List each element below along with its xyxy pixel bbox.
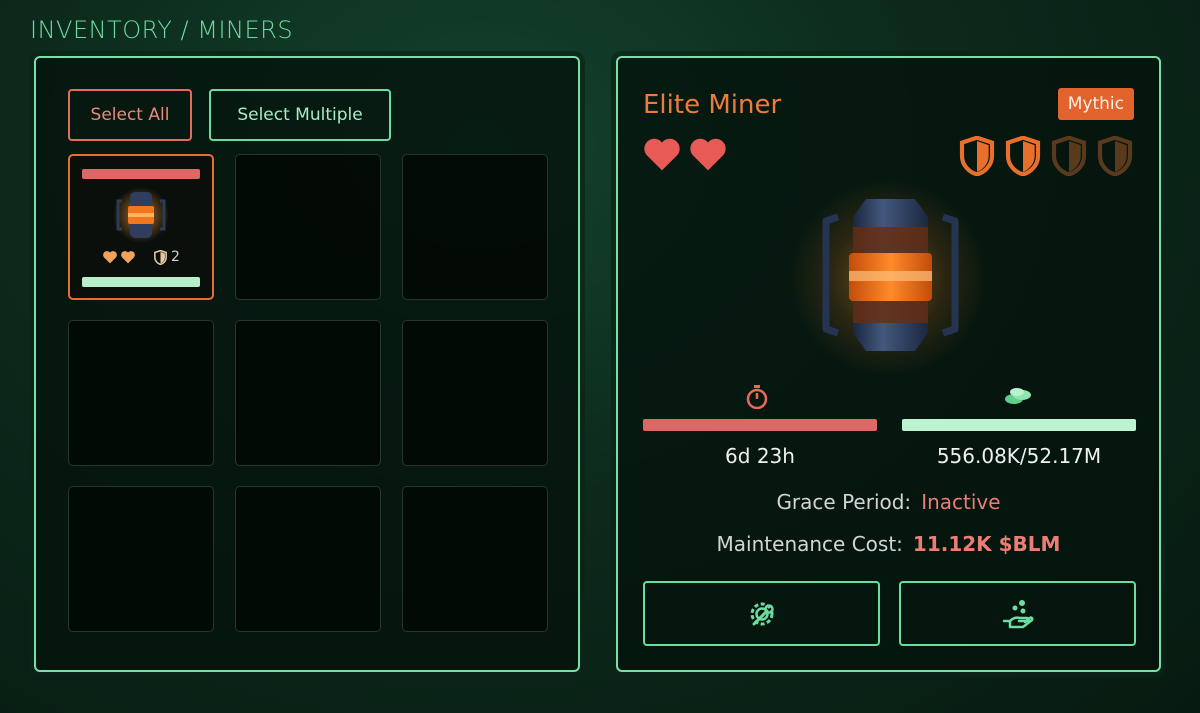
rarity-badge: Mythic xyxy=(1057,88,1134,120)
coins-icon xyxy=(1005,388,1031,404)
page-title: INVENTORY / MINERS xyxy=(30,16,294,44)
heart-icon xyxy=(103,251,117,264)
stopwatch-icon xyxy=(746,385,768,409)
miner-grid: 2 xyxy=(68,154,548,632)
repair-button[interactable] xyxy=(643,581,880,646)
inventory-slot-empty[interactable] xyxy=(235,486,381,632)
shields-row xyxy=(958,136,1134,176)
inventory-slot-empty[interactable] xyxy=(402,154,548,300)
inventory-slot-empty[interactable] xyxy=(235,154,381,300)
claim-button[interactable] xyxy=(899,581,1136,646)
shield-icon xyxy=(1097,136,1133,176)
maintenance-cost-label: Maintenance Cost: xyxy=(716,532,903,556)
gear-wrench-icon xyxy=(750,602,774,625)
shield-icon xyxy=(154,249,167,265)
slot-time-bar xyxy=(82,169,200,179)
hearts-row xyxy=(642,136,728,172)
mined-amount-text: 556.08K/52.17M xyxy=(936,444,1102,468)
maintenance-cost-row: Maintenance Cost: 11.12K $BLM xyxy=(618,532,1159,556)
inventory-slot-empty[interactable] xyxy=(402,486,548,632)
heart-icon xyxy=(644,138,680,171)
select-multiple-button[interactable]: Select Multiple xyxy=(209,89,391,141)
hand-coins-icon xyxy=(1002,599,1033,628)
shield-icon xyxy=(1005,136,1041,176)
slot-mined-bar xyxy=(82,277,200,287)
time-remaining-bar xyxy=(643,419,877,431)
miner-icon xyxy=(113,187,169,243)
miner-detail-panel: Elite Miner Mythic 6d 23h 556.08K/52.17M… xyxy=(616,56,1161,672)
maintenance-cost-value: 11.12K $BLM xyxy=(912,532,1061,556)
inventory-slot-empty[interactable] xyxy=(402,320,548,466)
inventory-slot-empty[interactable] xyxy=(68,320,214,466)
slot-shield-count: 2 xyxy=(171,249,180,265)
heart-icon xyxy=(121,251,135,264)
inventory-panel: Select All Select Multiple 2 xyxy=(34,56,580,672)
shield-icon xyxy=(1051,136,1087,176)
inventory-slot-1[interactable]: 2 xyxy=(68,154,214,300)
slot-stats: 2 xyxy=(102,249,180,265)
heart-icon xyxy=(690,138,726,171)
grace-period-label: Grace Period: xyxy=(776,490,912,514)
grace-period-row: Grace Period: Inactive xyxy=(618,490,1159,514)
shield-icon xyxy=(959,136,995,176)
miner-icon xyxy=(822,199,959,351)
inventory-slot-empty[interactable] xyxy=(235,320,381,466)
mined-progress-bar xyxy=(902,419,1136,431)
select-all-button[interactable]: Select All xyxy=(68,89,192,141)
time-remaining-text: 6d 23h xyxy=(725,444,795,468)
grace-period-value: Inactive xyxy=(921,490,1001,514)
slot-hearts xyxy=(102,250,136,264)
miner-name: Elite Miner xyxy=(643,90,782,120)
inventory-slot-empty[interactable] xyxy=(68,486,214,632)
